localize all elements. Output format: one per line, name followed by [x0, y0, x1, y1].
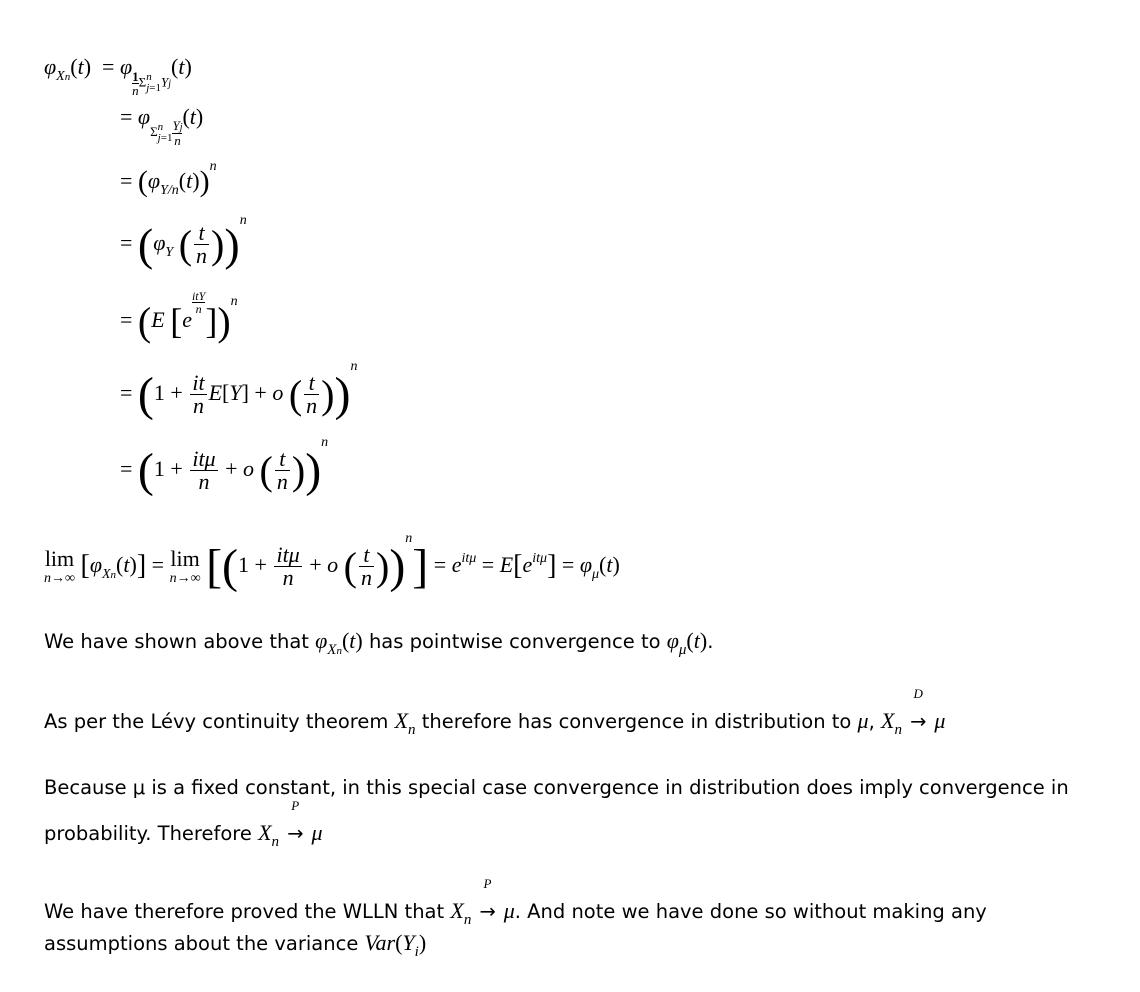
equation-line-7: = (1 + itμ n + o (t n))n — [120, 435, 329, 497]
convergence-arrow-probability-2: P → — [479, 876, 496, 923]
paragraph-constant-line2: probability. Therefore Xn P → μ — [44, 798, 323, 850]
p2-text-b: therefore has convergence in distributio… — [415, 710, 858, 733]
p4-text-a: We have therefore proved the WLLN that — [44, 900, 451, 923]
equation-line-1: φXn(t) = φ 1 n Σn j=1 Yj(t) — [44, 54, 192, 98]
p4-line2: assumptions about the variance — [44, 932, 365, 955]
p2-text-a: As per the Lévy continuity theorem — [44, 710, 395, 733]
paragraph-wlln-line1: We have therefore proved the WLLN that X… — [44, 876, 987, 928]
arrow-label-p: P — [291, 798, 300, 813]
arrow-label-p2: P — [483, 876, 492, 891]
p3-line2-text: probability. Therefore — [44, 822, 259, 845]
limit-equation: lim n→∞ [φXn(t)] = lim n→∞ [(1 + itμ n + o … — [44, 531, 620, 593]
p3-line1: Because μ is a fixed constant, in this s… — [44, 776, 1069, 799]
document-page: φXn(t) = φ 1 n Σn j=1 Yj(t) = φΣ n j=1 Yj n (t) = … — [0, 0, 1140, 992]
equation-line-6: = (1 + it n E[Y] + o (t n))n — [120, 359, 358, 421]
equation-line-3: = (φY/n(t))n — [120, 159, 217, 198]
p2-text-c: , — [868, 710, 881, 733]
p4-text-b: . And note we have done so without makin… — [514, 900, 987, 923]
paragraph-wlln-line2: assumptions about the variance Var(Yi) — [44, 930, 427, 960]
p1-text-c: . — [707, 630, 714, 653]
paragraph-pointwise: We have shown above that φXn(t) has poin… — [44, 628, 714, 658]
paragraph-constant-line1: Because μ is a fixed constant, in this s… — [44, 776, 1069, 799]
equation-line-2: = φΣ n j=1 Yj n (t) — [120, 104, 204, 149]
p1-text-b: has pointwise convergence to — [362, 630, 667, 653]
arrow-label-d: D — [913, 686, 923, 701]
equation-line-4: = (φY (t n))n — [120, 213, 247, 270]
equation-line-5: = (E [e itY n])n — [120, 289, 238, 344]
convergence-arrow-distribution: D → — [909, 686, 927, 733]
paragraph-levy: As per the Lévy continuity theorem Xn th… — [44, 686, 946, 738]
p1-text-a: We have shown above that — [44, 630, 316, 653]
convergence-arrow-probability-1: P → — [287, 798, 304, 845]
